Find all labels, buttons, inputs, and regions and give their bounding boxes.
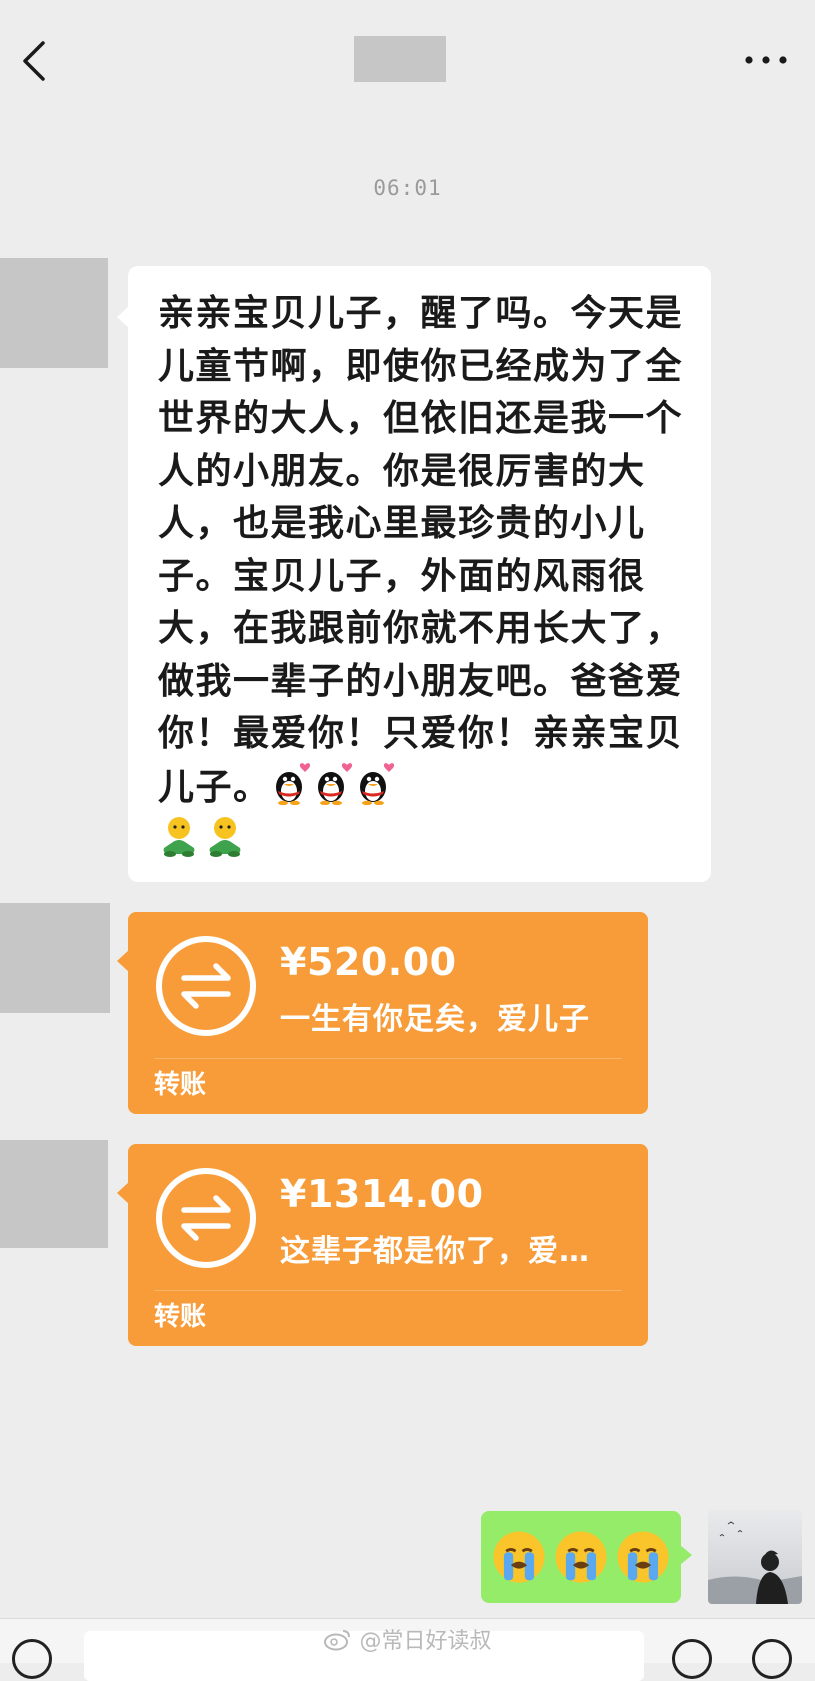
penguin-heart-emoji [317,762,352,805]
back-button[interactable] [14,34,54,88]
weibo-icon [324,1630,351,1651]
transfer-arrows-icon [156,1168,256,1268]
outgoing-emoji-message[interactable] [481,1511,692,1603]
transfer-amount: ¥1314.00 [280,1172,484,1216]
penguin-heart-emoji [275,762,310,805]
green-doll-emojis [158,814,683,858]
transfer-note: 这辈子都是你了，爱… [280,1234,590,1269]
chat-header [0,0,815,120]
ellipsis-icon [745,56,787,64]
penguin-heart-emojis [271,762,397,808]
transfer-arrows-icon [156,936,256,1036]
green-doll-emoji [163,817,195,857]
chat-title-redacted [354,36,446,82]
transfer-amount: ¥520.00 [280,940,457,984]
sender-avatar[interactable] [0,1140,108,1248]
watermark-text: @常日好读叔 [359,1629,492,1654]
green-doll-emoji [209,817,241,857]
sender-avatar[interactable] [0,258,108,368]
transfer-note: 一生有你足矣，爱儿子 [280,1002,590,1037]
transfer-label: 转账 [154,1302,207,1332]
transfer-message[interactable]: ¥1314.00 这辈子都是你了，爱… 转账 [117,1144,648,1346]
penguin-heart-emoji [359,762,394,805]
crying-face-emoji [555,1531,607,1583]
transfer-label: 转账 [154,1070,207,1100]
crying-face-emoji [617,1531,669,1583]
divider [154,1058,622,1059]
incoming-text-message[interactable]: 亲亲宝贝儿子，醒了吗。今天是儿童节啊，即使你已经成为了全世界的大人，但依旧还是我… [117,266,711,882]
divider [154,1290,622,1291]
more-options-button[interactable] [736,40,796,80]
sender-avatar[interactable] [0,903,110,1013]
message-timestamp: 06:01 [373,176,442,200]
chevron-left-icon [23,41,45,81]
crying-face-emoji [493,1531,545,1583]
transfer-message[interactable]: ¥520.00 一生有你足矣，爱儿子 转账 [117,912,648,1114]
self-avatar[interactable] [708,1510,802,1604]
watermark: @常日好读叔 [0,1623,815,1655]
message-text: 亲亲宝贝儿子，醒了吗。今天是儿童节啊，即使你已经成为了全世界的大人，但依旧还是我… [158,293,684,808]
